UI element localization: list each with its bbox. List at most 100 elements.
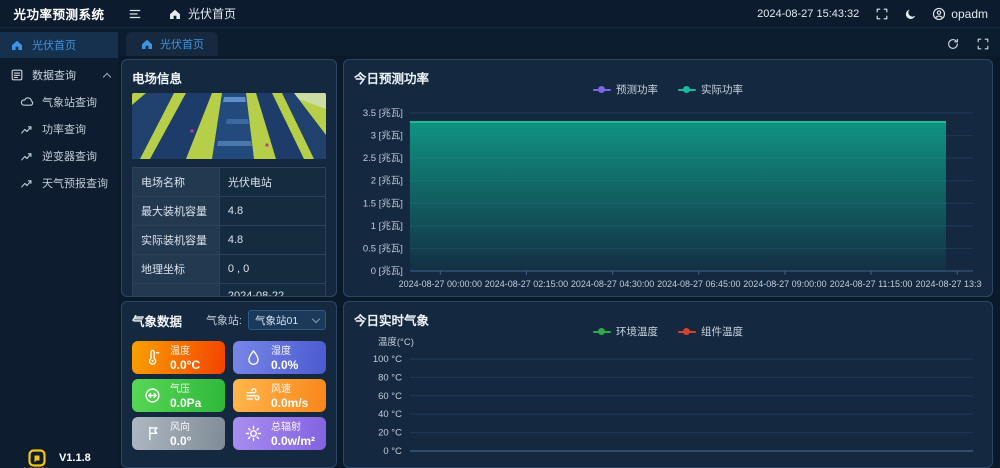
realtime-weather-panel: 今日实时气象 环境温度组件温度 温度(°C)100 °C80 °C60 °C40… <box>343 301 993 468</box>
station-select-label: 气象站: <box>206 312 242 328</box>
card-title: 风向 <box>170 422 190 433</box>
menu-fold-icon[interactable] <box>128 7 142 21</box>
sidebar-item-weather-station[interactable]: 气象站查询 <box>0 88 118 115</box>
svg-text:0 °C: 0 °C <box>383 446 402 457</box>
info-value: 2024-08-22 08:00:00 <box>219 284 325 298</box>
droplet-icon <box>241 349 265 366</box>
moon-icon[interactable] <box>904 7 918 21</box>
info-value: 光伏电站 <box>219 168 325 197</box>
tab-label: 光伏首页 <box>160 36 204 52</box>
info-value: 4.8 <box>219 197 325 226</box>
station-select[interactable]: 气象站01 <box>248 310 326 330</box>
sidebar-submenu: 气象站查询功率查询逆变器查询天气预报查询 <box>0 88 118 196</box>
info-row: 并网时间2024-08-22 08:00:00 <box>133 284 326 298</box>
legend-item[interactable]: 实际功率 <box>678 82 743 97</box>
top-header: 光功率预测系统 光伏首页 2024-08-27 15:43:32 opadm <box>0 0 1000 28</box>
refresh-icon[interactable] <box>946 37 960 51</box>
card-title: 风速 <box>271 384 291 395</box>
svg-text:2024-08-27 09:00:00: 2024-08-27 09:00:00 <box>743 279 826 289</box>
thermometer-icon <box>140 349 164 366</box>
sun-icon <box>241 425 265 442</box>
forecast-power-panel: 今日预测功率 预测功率实际功率 0 [兆瓦]0.5 [兆瓦]1 [兆瓦]1.5 … <box>343 59 993 297</box>
svg-text:60 °C: 60 °C <box>378 391 402 402</box>
brand-footer: LINKOL V1.1.8 <box>24 449 91 468</box>
trend-icon <box>20 149 34 163</box>
info-value: 0 , 0 <box>219 255 325 284</box>
svg-text:0.5 [兆瓦]: 0.5 [兆瓦] <box>363 243 403 254</box>
sidebar-item-home[interactable]: 光伏首页 <box>0 32 118 58</box>
info-label: 实际装机容量 <box>133 226 220 255</box>
info-row: 电场名称光伏电站 <box>133 168 326 197</box>
weather-cards: 温度0.0°C湿度0.0%气压0.0Pa风速0.0m/s风向0.0°总辐射0.0… <box>132 341 326 450</box>
svg-text:40 °C: 40 °C <box>378 409 402 420</box>
trend-icon <box>20 176 34 190</box>
card-title: 总辐射 <box>271 422 301 433</box>
home-icon <box>140 37 154 51</box>
info-label: 地理坐标 <box>133 255 220 284</box>
legend-item[interactable]: 环境温度 <box>593 324 658 339</box>
weather-card: 气压0.0Pa <box>132 379 225 412</box>
tab-pv-home[interactable]: 光伏首页 <box>126 32 218 56</box>
legend-swatch <box>593 331 611 333</box>
sidebar-item-label: 天气预报查询 <box>42 175 108 191</box>
info-label: 最大装机容量 <box>133 197 220 226</box>
wind-icon <box>241 387 265 404</box>
legend-label: 实际功率 <box>701 82 743 97</box>
sidebar-item-trend[interactable]: 功率查询 <box>0 115 118 142</box>
sidebar-item-data-query[interactable]: 数据查询 <box>0 62 118 88</box>
svg-text:2024-08-27 06:45:00: 2024-08-27 06:45:00 <box>657 279 740 289</box>
breadcrumb[interactable]: 光伏首页 <box>168 5 236 22</box>
svg-text:2 [兆瓦]: 2 [兆瓦] <box>371 176 403 187</box>
sidebar-item-trend[interactable]: 天气预报查询 <box>0 169 118 196</box>
tab-bar: 光伏首页 <box>118 28 1000 56</box>
card-value: 0.0Pa <box>170 396 201 410</box>
svg-text:1.5 [兆瓦]: 1.5 [兆瓦] <box>363 198 403 209</box>
user-icon <box>932 7 946 21</box>
svg-text:2024-08-27 00:00:00: 2024-08-27 00:00:00 <box>399 279 482 289</box>
legend-item[interactable]: 组件温度 <box>678 324 743 339</box>
svg-text:0 [兆瓦]: 0 [兆瓦] <box>371 266 403 277</box>
weather-card: 总辐射0.0w/m² <box>233 417 326 450</box>
legend-swatch <box>593 89 611 91</box>
datetime: 2024-08-27 15:43:32 <box>757 8 859 20</box>
weather-card: 湿度0.0% <box>233 341 326 374</box>
sidebar-item-label: 气象站查询 <box>42 94 97 110</box>
realtime-weather-chart: 温度(°C)100 °C80 °C60 °C40 °C20 °C0 °C <box>354 333 982 468</box>
station-info-rows: 电场名称光伏电站最大装机容量4.8实际装机容量4.8地理坐标0 , 0并网时间2… <box>133 168 326 298</box>
svg-text:2.5 [兆瓦]: 2.5 [兆瓦] <box>363 153 403 164</box>
info-label: 并网时间 <box>133 284 220 298</box>
station-select-value: 气象站01 <box>255 313 298 328</box>
weather-station-icon <box>20 95 34 109</box>
svg-text:2024-08-27 04:30:00: 2024-08-27 04:30:00 <box>571 279 654 289</box>
breadcrumb-label: 光伏首页 <box>188 5 236 22</box>
svg-text:80 °C: 80 °C <box>378 372 402 383</box>
svg-text:3.5 [兆瓦]: 3.5 [兆瓦] <box>363 108 403 119</box>
solar-farm-image <box>132 93 326 159</box>
card-value: 0.0°C <box>170 358 200 372</box>
trend-icon <box>20 122 34 136</box>
svg-text:100 °C: 100 °C <box>373 354 402 365</box>
sidebar-item-label: 光伏首页 <box>32 37 76 53</box>
card-title: 湿度 <box>271 346 291 357</box>
username: opadm <box>951 7 988 21</box>
linkol-logo-icon <box>28 449 46 467</box>
card-value: 0.0w/m² <box>271 434 315 448</box>
svg-text:2024-08-27 13:30:00: 2024-08-27 13:30:00 <box>916 279 982 289</box>
sidebar-item-label: 逆变器查询 <box>42 148 97 164</box>
weather-card: 温度0.0°C <box>132 341 225 374</box>
form-icon <box>10 68 24 82</box>
station-info-panel: 电场信息 <box>121 59 337 297</box>
card-title: 气压 <box>170 384 190 395</box>
svg-text:3 [兆瓦]: 3 [兆瓦] <box>371 131 403 142</box>
card-value: 0.0% <box>271 358 298 372</box>
fullscreen-icon[interactable] <box>976 37 990 51</box>
legend-item[interactable]: 预测功率 <box>593 82 658 97</box>
fullscreen-icon[interactable] <box>875 7 889 21</box>
sidebar-item-trend[interactable]: 逆变器查询 <box>0 142 118 169</box>
user-menu[interactable]: opadm <box>932 7 988 21</box>
info-row: 实际装机容量4.8 <box>133 226 326 255</box>
card-value: 0.0° <box>170 434 191 448</box>
info-value: 4.8 <box>219 226 325 255</box>
wind-vane-icon <box>140 425 164 442</box>
chart2-legend: 环境温度 组件温度 <box>344 324 992 339</box>
